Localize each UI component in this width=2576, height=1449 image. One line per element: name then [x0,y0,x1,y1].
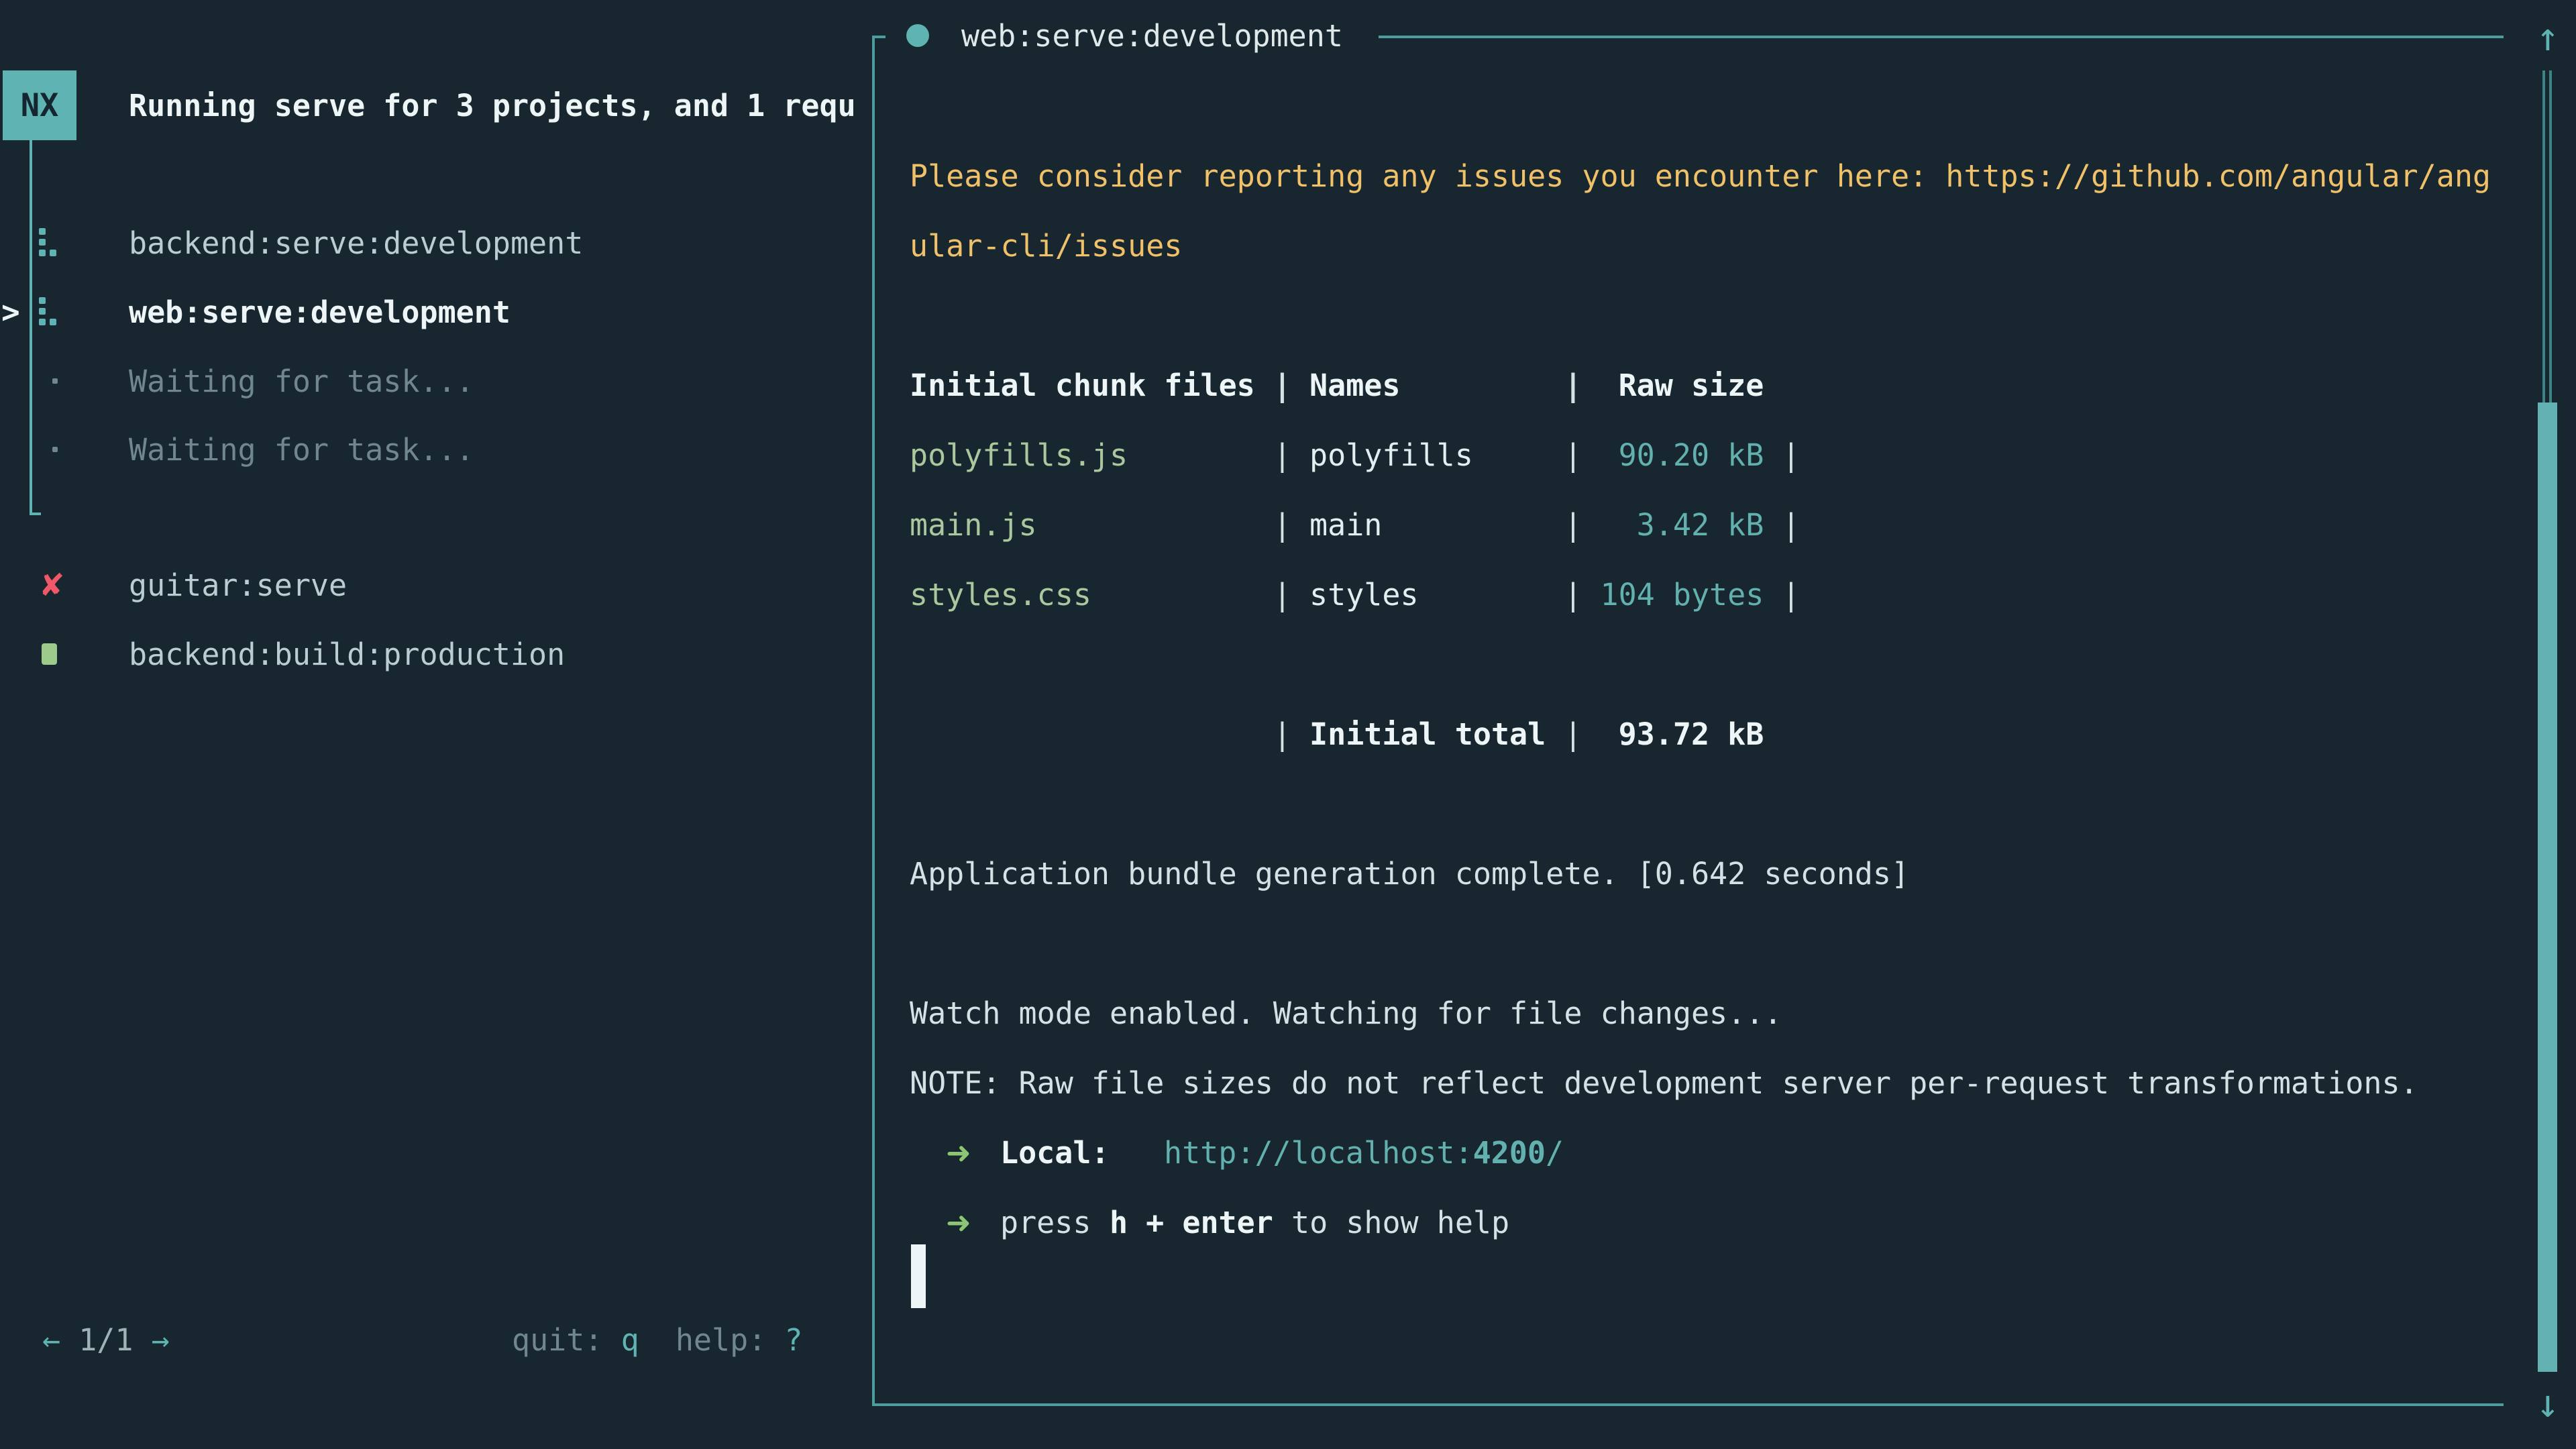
task-sidebar: NX Running serve for 3 projects, and 1 r… [0,0,872,1449]
panel-border-left [872,36,875,1406]
local-label: Local: [1000,1135,1110,1171]
raw-size: 104 bytes [1582,577,1782,612]
scrollbar-thumb[interactable] [2538,402,2557,1372]
selection-caret-icon: > [1,294,20,330]
page-indicator: 1/1 [78,1322,133,1358]
scroll-down-arrow-icon[interactable]: ↓ [2524,1373,2571,1434]
pipe: | [1273,507,1291,543]
help-hint-pre: press [1000,1205,1110,1240]
task-row-waiting-1[interactable]: Waiting for task... [0,346,872,416]
url-prefix: http://localhost: [1164,1135,1473,1171]
output-panel-title: web:serve:development [961,18,1343,54]
pipe: | [1273,368,1291,403]
watch-mode-line: Watch mode enabled. Watching for file ch… [910,978,1782,1048]
chunk-table-row: main.js|main|3.42 kB| [910,490,1801,559]
pipe: | [1782,577,1800,612]
file-name: polyfills.js [910,437,1273,473]
terminal-cursor [911,1244,926,1308]
help-hint-keys: h + enter [1110,1205,1273,1240]
panel-border-bottom [872,1403,2504,1406]
task-row-backend-build[interactable]: backend:build:production [0,619,872,689]
chunk-name: main [1291,507,1564,543]
chunk-table-row: styles.css|styles|104 bytes| [910,559,1801,629]
notice-line-1: Please consider reporting any issues you… [910,141,2491,211]
sidebar-title: Running serve for 3 projects, and 1 requ [129,70,867,140]
panel-border-top-stub [872,36,885,38]
pipe: | [1273,437,1291,473]
chunk-table-header: Initial chunk files|Names|Raw size [910,350,1782,420]
task-label: backend:build:production [129,637,565,672]
header-names: Names [1291,368,1564,403]
local-url-link[interactable]: http://localhost:4200/ [1164,1135,1564,1171]
chunk-table-row: polyfills.js|polyfills|90.20 kB| [910,420,1801,490]
local-url-line: ➜ Local: http://localhost:4200/ [910,1118,2453,1187]
task-row-waiting-2[interactable]: Waiting for task... [0,415,872,484]
chunk-name: styles [1291,577,1564,612]
pipe: | [1564,437,1582,473]
sidebar-statusbar: ← 1/1 → quit: q help: ? [0,1305,872,1375]
file-name: styles.css [910,577,1273,612]
task-row-backend-serve[interactable]: backend:serve:development [0,208,872,278]
task-label: Waiting for task... [129,364,474,399]
page-left-arrow-icon[interactable]: ← [42,1322,60,1358]
total-size: 93.72 kB [1582,716,1782,752]
task-row-web-serve-selected[interactable]: > web:serve:development [0,277,872,347]
task-row-guitar-serve[interactable]: ✘ guitar:serve [0,550,872,620]
running-status-dot-icon [906,24,929,47]
chunk-name: polyfills [1291,437,1564,473]
scrollbar-track[interactable] [2542,70,2552,402]
file-name: main.js [910,507,1273,543]
url-suffix: / [1546,1135,1564,1171]
square-icon [42,643,57,665]
pipe: | [1564,368,1582,403]
spinner-icon [39,227,58,259]
dot-icon [52,447,58,452]
task-label: backend:serve:development [129,225,583,261]
task-label: guitar:serve [129,568,347,603]
chunk-table-total-row: |Initial total|93.72 kB [910,699,1782,769]
pipe: | [1273,577,1291,612]
pagination: ← 1/1 → [42,1305,170,1375]
quit-label: quit: [512,1322,621,1358]
quit-key: q [621,1322,639,1358]
note-line: NOTE: Raw file sizes do not reflect deve… [910,1048,2418,1118]
cross-icon: ✘ [39,567,65,603]
total-label: Initial total [1291,716,1564,752]
nx-tui-screen: NX Running serve for 3 projects, and 1 r… [0,0,2576,1449]
dot-icon [52,378,58,384]
pipe: | [1564,716,1582,752]
help-key: ? [784,1322,802,1358]
hint-gap [639,1322,676,1358]
nx-logo-text: NX [21,87,59,124]
keyboard-hints: quit: q help: ? [512,1305,803,1375]
page-right-arrow-icon[interactable]: → [152,1322,170,1358]
task-label: Waiting for task... [129,432,474,468]
pipe: | [1782,437,1800,473]
scroll-up-arrow-icon[interactable]: ↑ [2524,7,2571,67]
pipe: | [1273,716,1291,752]
nx-logo: NX [3,70,76,140]
pipe: | [1564,577,1582,612]
tree-line-elbow [30,513,41,515]
arrow-icon: ➜ [946,1205,971,1240]
arrow-icon: ➜ [946,1135,971,1171]
help-label: help: [676,1322,785,1358]
header-files: Initial chunk files [910,368,1273,403]
raw-size: 3.42 kB [1582,507,1782,543]
help-hint-post: to show help [1291,1205,1509,1240]
output-panel-header: web:serve:development [906,1,1343,70]
notice-line-2: ular-cli/issues [910,211,1182,280]
url-port: 4200 [1473,1135,1546,1171]
help-hint-line: ➜ press h + enter to show help [910,1187,2453,1257]
task-label: web:serve:development [129,294,511,330]
spinner-icon [39,296,58,328]
raw-size: 90.20 kB [1582,437,1782,473]
pipe: | [1782,507,1800,543]
pipe: | [1564,507,1582,543]
bundle-complete-line: Application bundle generation complete. … [910,839,1909,908]
header-size: Raw size [1582,368,1782,403]
panel-border-top [1379,36,2504,38]
